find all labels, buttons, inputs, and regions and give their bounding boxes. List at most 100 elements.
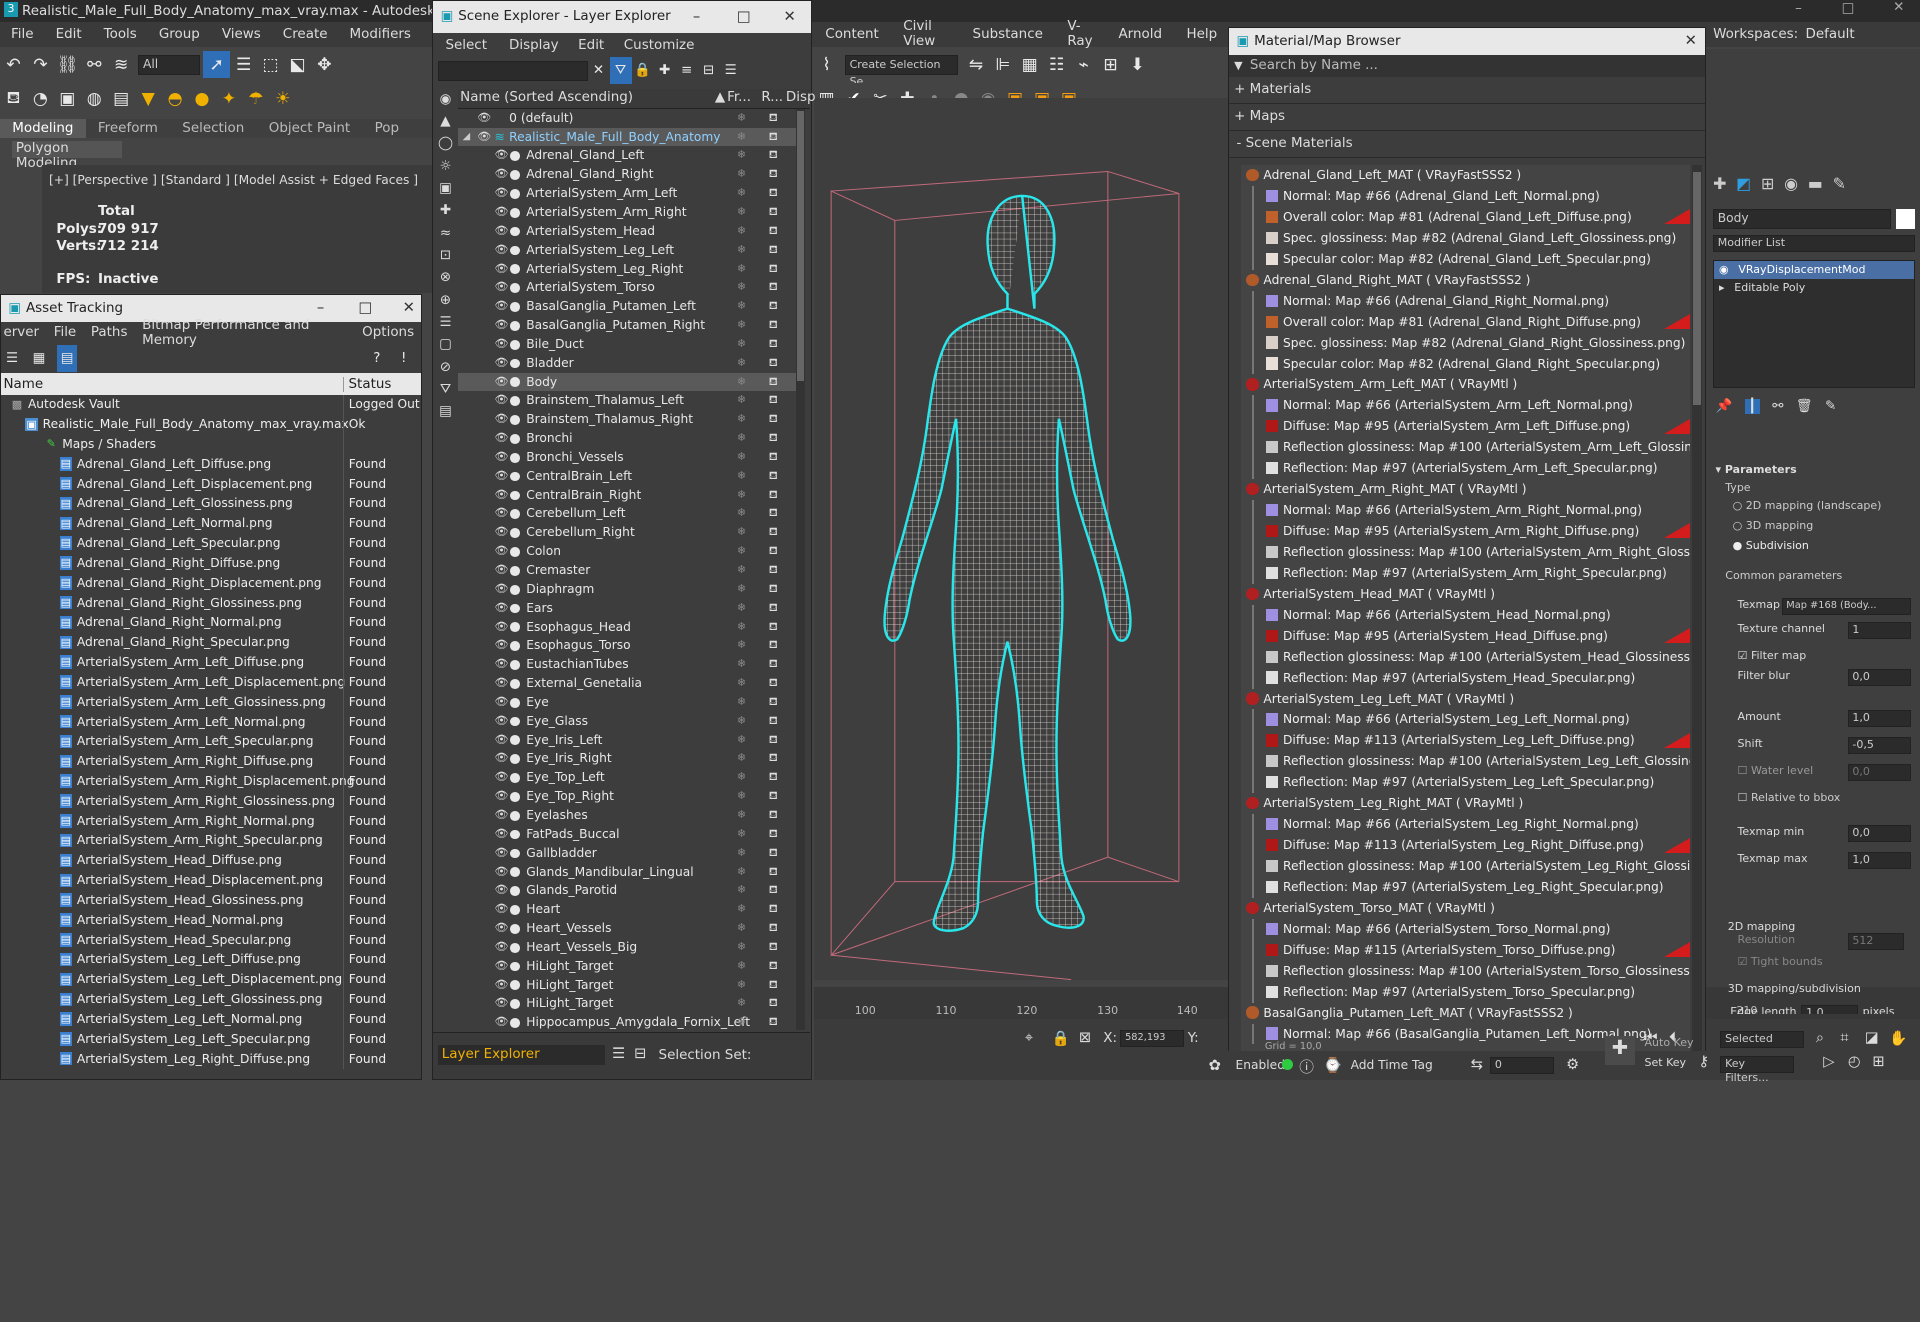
visibility-eye-icon[interactable]: 👁 [494, 957, 508, 976]
visibility-eye-icon[interactable]: 👁 [494, 391, 508, 410]
scene-row[interactable]: 👁 Glands_Mandibular_Lingual ❄ ⛾ [458, 863, 796, 882]
asset-menu-server[interactable]: erver [1, 325, 46, 340]
renderable-teapot-icon[interactable]: ⛾ [769, 825, 778, 844]
freeze-icon[interactable]: ❄ [737, 693, 746, 712]
visibility-eye-icon[interactable]: 👁 [494, 146, 508, 165]
renderable-teapot-icon[interactable]: ⛾ [769, 749, 778, 768]
freeze-icon[interactable]: ❄ [737, 297, 746, 316]
light-icon[interactable]: ▼ [135, 86, 162, 113]
visibility-eye-icon[interactable]: 👁 [494, 919, 508, 938]
map-row[interactable]: Reflection: Map #97 (ArterialSystem_Leg_… [1241, 772, 1689, 794]
teapot-icon[interactable]: ⛾ [0, 86, 27, 113]
visibility-eye-icon[interactable]: 👁 [494, 1013, 508, 1029]
configure-sets-icon[interactable]: ✎ [1825, 399, 1836, 414]
renderable-teapot-icon[interactable]: ⛾ [769, 354, 778, 373]
asset-row[interactable]: ▤ ArterialSystem_Leg_Left_Specular.png Fou… [1, 1029, 421, 1050]
scene-row[interactable]: 👁 Hippocampus_Amygdala_Fornix_Left ❄ ⛾ [458, 1013, 796, 1029]
modify-tab-icon[interactable]: ◩ [1736, 174, 1751, 193]
maximize-icon[interactable]: □ [1842, 1, 1855, 16]
renderable-teapot-icon[interactable]: ⛾ [769, 260, 778, 279]
modifier-eye-icon[interactable]: ◉ [1719, 261, 1729, 279]
clear-search-icon[interactable]: ✕ [588, 57, 610, 84]
move-icon[interactable]: ✥ [311, 51, 338, 78]
scene-row[interactable]: 👁 ArterialSystem_Arm_Right ❄ ⛾ [458, 203, 796, 222]
asset-row[interactable]: ▤ Adrenal_Gland_Left_Glossiness.png Found [1, 494, 421, 515]
asset-menu-options[interactable]: Options [355, 325, 422, 340]
scene-row[interactable]: 👁 Colon ❄ ⛾ [458, 542, 796, 561]
ribbon-tab-selection[interactable]: Selection [170, 119, 256, 139]
asset-row[interactable]: ▤ ArterialSystem_Leg_Right_Diffuse.png Fou… [1, 1049, 421, 1070]
visibility-eye-icon[interactable]: 👁 [494, 863, 508, 882]
asset-row[interactable]: ▤ ArterialSystem_Head_Glossiness.png Found [1, 890, 421, 911]
scene-row[interactable]: 👁 External_Genetalia ❄ ⛾ [458, 674, 796, 693]
add-time-tag-button[interactable]: Add Time Tag [1351, 1058, 1433, 1072]
side-shapes-icon[interactable]: ◯ [438, 136, 453, 151]
side-cameras-icon[interactable]: ▣ [439, 181, 452, 196]
scene-row[interactable]: 👁 Eye_Top_Left ❄ ⛾ [458, 768, 796, 787]
side-xrefs-icon[interactable]: ⊗ [440, 270, 451, 285]
show-in-viewport-icon[interactable] [1663, 313, 1690, 330]
maximize-viewport-icon[interactable]: ⊞ [1872, 1053, 1884, 1070]
asset-row[interactable]: ▤ ArterialSystem_Arm_Left_Normal.png Found [1, 712, 421, 733]
scene-scrollbar-thumb[interactable] [796, 111, 805, 381]
visibility-eye-icon[interactable]: 👁 [494, 693, 508, 712]
asset-col-name[interactable]: Name [1, 377, 43, 392]
map-row[interactable]: Normal: Map #66 (ArterialSystem_Leg_Righ… [1241, 814, 1689, 836]
freeze-icon[interactable]: ❄ [737, 260, 746, 279]
freeze-icon[interactable]: ❄ [737, 806, 746, 825]
map-row[interactable]: Diffuse: Map #115 (ArterialSystem_Torso_… [1241, 939, 1690, 961]
renderable-teapot-icon[interactable]: ⛾ [769, 900, 778, 919]
map-row[interactable]: Specular color: Map #82 (Adrenal_Gland_R… [1241, 353, 1689, 375]
renderable-teapot-icon[interactable]: ⛾ [769, 919, 778, 938]
render-frame-icon[interactable]: ▣ [54, 86, 81, 113]
new-layer-icon[interactable]: ✚ [654, 57, 676, 84]
asset-help-icon[interactable]: ? [368, 345, 385, 372]
renderable-teapot-icon[interactable]: ⛾ [769, 655, 778, 674]
freeze-icon[interactable]: ❄ [737, 523, 746, 542]
redo-icon[interactable]: ↷ [27, 51, 54, 78]
map-row[interactable]: Diffuse: Map #95 (ArterialSystem_Arm_Lef… [1241, 416, 1690, 438]
map-row[interactable]: Normal: Map #66 (ArterialSystem_Torso_No… [1241, 918, 1689, 940]
map-row[interactable]: Normal: Map #66 (ArterialSystem_Leg_Left… [1241, 709, 1689, 731]
make-unique-icon[interactable]: ⚯ [1772, 399, 1783, 414]
visibility-eye-icon[interactable]: 👁 [494, 655, 508, 674]
freeze-icon[interactable]: ❄ [737, 354, 746, 373]
map-row[interactable]: Diffuse: Map #95 (ArterialSystem_Head_Di… [1241, 625, 1690, 647]
visibility-eye-icon[interactable]: 👁 [494, 674, 508, 693]
water-level-spinner[interactable]: 0,0 [1847, 764, 1912, 782]
layers-icon[interactable]: ≡ [676, 57, 698, 84]
side-bones-icon[interactable]: ⊕ [440, 293, 451, 308]
scene-scrollbar[interactable] [795, 108, 806, 1030]
renderable-teapot-icon[interactable]: ⛾ [769, 881, 778, 900]
water-level-checkbox[interactable]: ☐ [1738, 764, 1751, 777]
material-search-input[interactable]: Search by Name ... [1250, 58, 1378, 73]
side-spacewarps-icon[interactable]: ≈ [440, 226, 451, 241]
asset-row[interactable]: ▤ ArterialSystem_Arm_Left_Glossiness.png F… [1, 692, 421, 713]
renderable-teapot-icon[interactable]: ⛾ [769, 203, 778, 222]
visibility-eye-icon[interactable]: 👁 [494, 297, 508, 316]
asset-list-icon[interactable]: ☰ [3, 345, 20, 372]
scene-row[interactable]: 👁 CentralBrain_Right ❄ ⛾ [458, 486, 796, 505]
snap-icon[interactable]: ⌇ [813, 51, 840, 78]
freeze-icon[interactable]: ❄ [737, 429, 746, 448]
filter-blur-spinner[interactable]: 0,0 [1847, 668, 1912, 686]
scene-row[interactable]: 👁 Eye_Iris_Right ❄ ⛾ [458, 749, 796, 768]
scene-row[interactable]: 👁 Ears ❄ ⛾ [458, 599, 796, 618]
side-groups-icon[interactable]: ⊡ [440, 248, 451, 263]
freeze-icon[interactable]: ❄ [737, 448, 746, 467]
show-in-viewport-icon[interactable] [1663, 523, 1690, 539]
map-row[interactable]: Spec. glossiness: Map #82 (Adrenal_Gland… [1241, 332, 1689, 354]
section-materials[interactable]: + Materials [1229, 77, 1705, 104]
asset-row[interactable]: ▤ Adrenal_Gland_Left_Specular.png Found [1, 534, 421, 554]
side-lights-icon[interactable]: ☼ [439, 159, 451, 174]
time-config-gear-icon[interactable]: ⚙ [1566, 1056, 1579, 1073]
freeze-icon[interactable]: ❄ [737, 128, 746, 147]
scene-row[interactable]: 👁 ArterialSystem_Torso ❄ ⛾ [458, 278, 796, 297]
scene-row[interactable]: 👁 ArterialSystem_Arm_Left ❄ ⛾ [458, 184, 796, 203]
bind-spacewarp-icon[interactable]: ≋ [108, 51, 135, 78]
renderable-teapot-icon[interactable]: ⛾ [769, 806, 778, 825]
map-row[interactable]: Normal: Map #66 (Adrenal_Gland_Left_Norm… [1241, 186, 1689, 207]
zoom-extents-icon[interactable]: ⌕ [1816, 1029, 1824, 1046]
asset-minimize-icon[interactable]: – [317, 299, 324, 316]
renderable-teapot-icon[interactable]: ⛾ [769, 128, 778, 147]
